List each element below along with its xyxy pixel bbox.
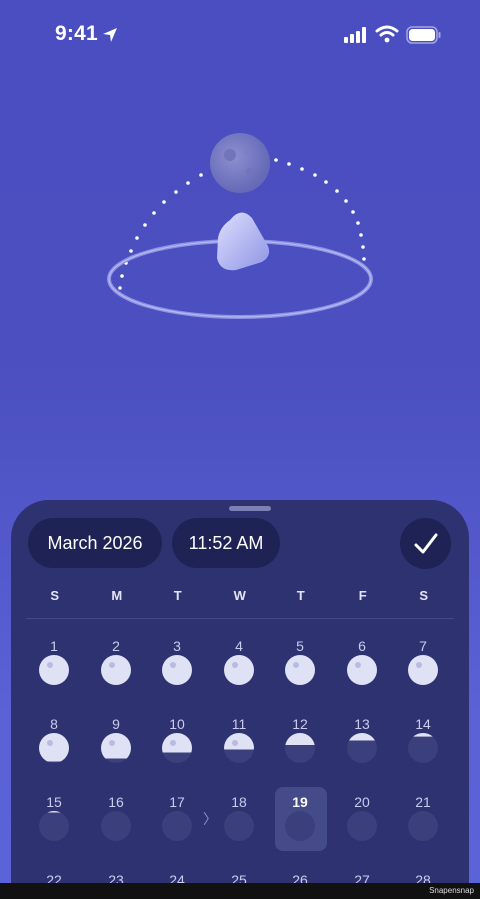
calendar-day[interactable]: 10 <box>150 716 204 786</box>
status-bar: 9:41 <box>0 0 480 70</box>
calendar-day[interactable]: 7 <box>396 638 450 708</box>
watermark-bar: Snapensnap <box>0 883 480 899</box>
calendar-day[interactable]: 3 <box>150 638 204 708</box>
calendar-day[interactable]: 1 <box>27 638 81 708</box>
calendar-day[interactable]: 2 <box>89 638 143 708</box>
moon-phase-icon <box>101 655 131 685</box>
calendar-day[interactable]: 8 <box>27 716 81 786</box>
moon-phase-icon <box>347 733 377 763</box>
calendar-day[interactable]: 17 <box>150 794 204 864</box>
calendar-day[interactable]: 4 <box>212 638 266 708</box>
location-arrow-icon <box>103 28 117 42</box>
day-number: 14 <box>415 716 431 732</box>
day-number: 11 <box>231 716 247 732</box>
moon-phase-icon <box>162 811 192 841</box>
calendar-day[interactable]: 12 <box>273 716 327 786</box>
moon-phase-icon <box>224 655 254 685</box>
day-number: 12 <box>292 716 308 732</box>
moon-icon <box>210 133 270 193</box>
moon-phase-icon <box>162 655 192 685</box>
calendar-day[interactable]: 13 <box>335 716 389 786</box>
moon-phase-icon <box>285 811 315 841</box>
moon-phase-icon <box>224 811 254 841</box>
calendar-day[interactable]: 18 <box>212 794 266 864</box>
day-number: 4 <box>235 638 243 654</box>
calendar-day[interactable]: 9 <box>89 716 143 786</box>
day-number: 1 <box>50 638 58 654</box>
moon-phase-icon <box>162 733 192 763</box>
calendar-day[interactable]: 21 <box>396 794 450 864</box>
calendar-day[interactable]: 15 <box>27 794 81 864</box>
calendar-day[interactable]: 14 <box>396 716 450 786</box>
day-number: 19 <box>292 794 308 810</box>
day-number: 21 <box>415 794 431 810</box>
day-number: 20 <box>354 794 370 810</box>
moon-phase-icon <box>285 733 315 763</box>
calendar-day[interactable]: 16 <box>89 794 143 864</box>
moon-phase-icon <box>408 811 438 841</box>
moon-phase-icon <box>101 811 131 841</box>
moon-phase-icon <box>347 811 377 841</box>
wifi-icon <box>375 25 399 43</box>
moon-phase-icon <box>224 733 254 763</box>
calendar-day[interactable]: 11 <box>212 716 266 786</box>
day-number: 3 <box>173 638 181 654</box>
moon-phase-icon <box>101 733 131 763</box>
day-number: 10 <box>169 716 185 732</box>
day-number: 5 <box>296 638 304 654</box>
day-number: 17 <box>169 794 185 810</box>
moon-phase-icon <box>408 655 438 685</box>
moon-phase-icon <box>347 655 377 685</box>
calendar-day[interactable]: 20 <box>335 794 389 864</box>
day-number: 8 <box>50 716 58 732</box>
moon-phase-icon <box>39 811 69 841</box>
day-number: 16 <box>108 794 124 810</box>
earth-gem-icon <box>217 212 270 271</box>
day-number: 7 <box>419 638 427 654</box>
status-time: 9:41 <box>55 22 98 45</box>
day-number: 6 <box>358 638 366 654</box>
day-number: 15 <box>46 794 62 810</box>
moon-phase-icon <box>39 733 69 763</box>
moon-phase-icon <box>408 733 438 763</box>
orbit-scene <box>107 133 373 319</box>
cellular-signal-icon <box>344 27 366 43</box>
day-number: 9 <box>112 716 120 732</box>
calendar-day[interactable]: 6 <box>335 638 389 708</box>
battery-icon <box>406 26 441 44</box>
day-number: 18 <box>231 794 247 810</box>
moon-phase-icon <box>39 655 69 685</box>
calendar-day[interactable]: 19 <box>273 794 327 864</box>
day-number: 2 <box>112 638 120 654</box>
watermark-text: Snapensnap <box>429 886 474 895</box>
moon-phase-icon <box>285 655 315 685</box>
day-number: 13 <box>354 716 370 732</box>
calendar-sheet: March 2026 11:52 AM S M T W T F S 〉 1234… <box>11 500 469 899</box>
calendar-grid: 1 2 3 4 5 6 7 8 9 10 11 12 13 14 15 16 17 18 19 20 21 22 23 24 2… <box>11 500 469 899</box>
calendar-day[interactable]: 5 <box>273 638 327 708</box>
